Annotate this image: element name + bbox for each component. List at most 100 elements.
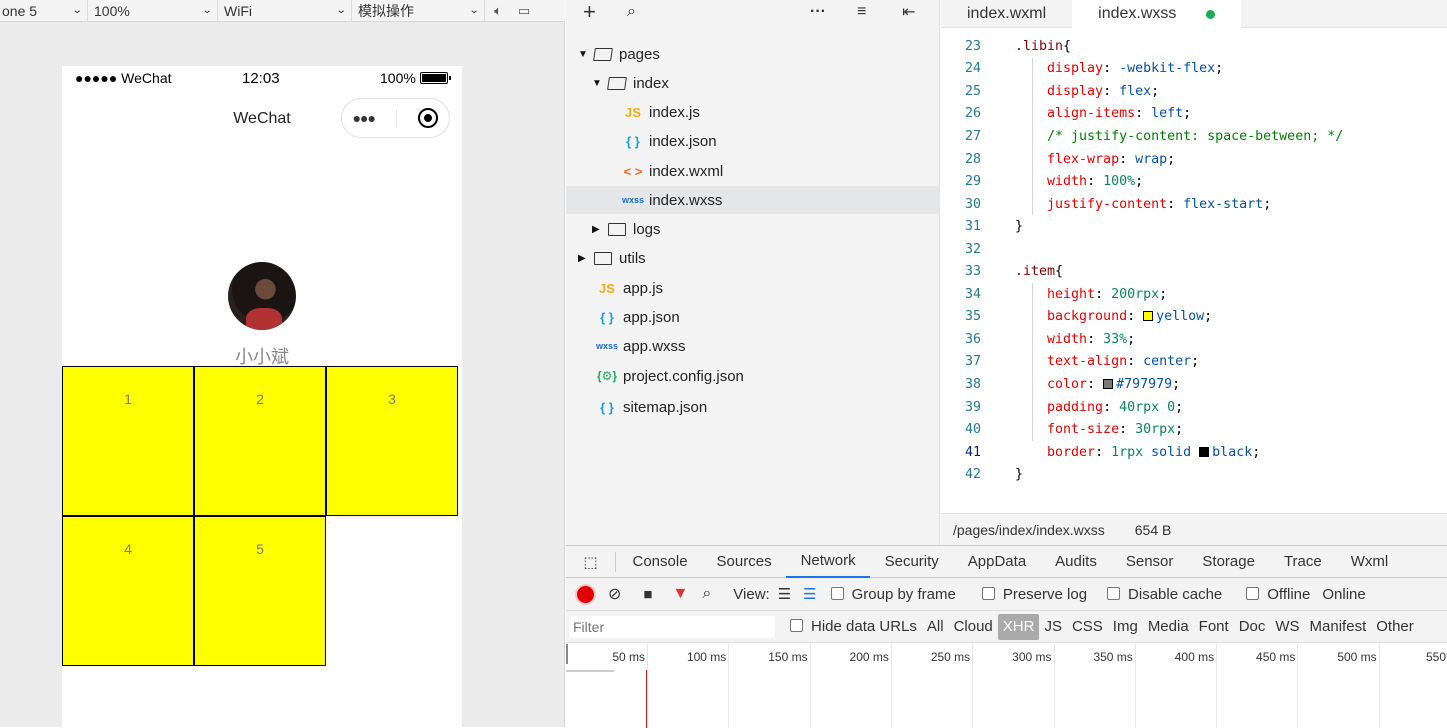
more-icon[interactable]: ●●● — [353, 110, 376, 126]
grid-item[interactable]: 2 — [194, 366, 326, 516]
tab-index-wxss[interactable]: index.wxss — [1072, 0, 1242, 28]
color-swatch-icon[interactable] — [1103, 379, 1114, 389]
filter-input[interactable] — [569, 615, 775, 638]
tab-sources[interactable]: Sources — [702, 546, 786, 578]
network-select[interactable]: WiFi ⌄ — [218, 0, 352, 22]
search-icon[interactable]: ⌕ — [627, 0, 636, 24]
tab-console[interactable]: Console — [618, 546, 702, 578]
tree-item-project-config-json[interactable]: {⚙} project.config.json — [566, 362, 940, 390]
tab-audits[interactable]: Audits — [1041, 546, 1112, 578]
grid-item[interactable]: 1 — [62, 366, 194, 516]
simulator-panel: one 5 ⌄ 100% ⌄ WiFi ⌄ 模拟操作 ⌄ 🔈︎ ▭ ●●●●● WeCh… — [0, 0, 565, 727]
timeline-tick: 50 ms — [612, 644, 648, 728]
filter-media[interactable]: Media — [1143, 614, 1194, 640]
filter-js[interactable]: JS — [1039, 614, 1067, 640]
more-icon[interactable]: ··· — [810, 0, 826, 24]
filter-manifest[interactable]: Manifest — [1305, 614, 1372, 640]
tree-item-index-wxml[interactable]: < > index.wxml — [566, 157, 940, 185]
tree-item-pages[interactable]: ▼ pages — [566, 40, 940, 68]
avatar[interactable] — [228, 262, 296, 330]
tick-label: 500 ms — [1337, 650, 1377, 664]
filter-font[interactable]: Font — [1194, 614, 1234, 640]
record-icon[interactable] — [577, 585, 594, 603]
tree-item-index-json[interactable]: { } index.json — [566, 127, 940, 155]
preserve-log-checkbox[interactable]: Preserve log — [981, 586, 1087, 603]
tree-item-label: index.wxml — [649, 162, 724, 180]
offline-checkbox[interactable]: Offline — [1246, 586, 1310, 603]
battery-icon — [419, 72, 451, 84]
tab-index-wxml[interactable]: index.wxml — [941, 0, 1072, 28]
battery-indicator: 100% — [380, 70, 451, 86]
split-icon[interactable]: ⇤ — [902, 0, 915, 24]
window-icon[interactable]: ▭ — [511, 0, 537, 22]
filter-all[interactable]: All — [922, 614, 949, 640]
tree-item-index-wxss[interactable]: wxss index.wxss — [566, 186, 940, 214]
search-icon[interactable]: ⌕ — [702, 585, 711, 603]
tab-trace[interactable]: Trace — [1269, 546, 1336, 578]
tree-item-sitemap-json[interactable]: { } sitemap.json — [566, 393, 940, 421]
filter-icon[interactable]: ▼ — [672, 585, 688, 603]
line-number: 32 — [964, 241, 981, 257]
line-number: 30 — [964, 196, 981, 212]
tab-appdata[interactable]: AppData — [953, 546, 1040, 578]
code-line: 38 color: #797979; — [941, 373, 1447, 396]
filter-doc[interactable]: Doc — [1234, 614, 1271, 640]
waterfall-view-icon[interactable]: ☰ — [803, 585, 816, 603]
line-number: 27 — [964, 128, 981, 144]
grid-item[interactable]: 3 — [326, 366, 458, 516]
filter-xhr[interactable]: XHR — [997, 613, 1040, 640]
tree-item-app-json[interactable]: { } app.json — [566, 303, 940, 331]
tree-item-utils[interactable]: ▶ utils — [566, 244, 940, 272]
code-text: justify-content: flex-start; — [1015, 196, 1272, 212]
tree-item-label: index — [633, 74, 669, 92]
zoom-select[interactable]: 100% ⌄ — [88, 0, 218, 22]
filter-ws[interactable]: WS — [1270, 614, 1304, 640]
tree-item-app-wxss[interactable]: wxss app.wxss — [566, 332, 940, 360]
tab-security[interactable]: Security — [870, 546, 953, 578]
color-swatch-icon[interactable] — [1199, 446, 1210, 457]
json-file-icon: { } — [626, 133, 640, 149]
add-icon[interactable]: + — [583, 0, 596, 24]
filter-cloud[interactable]: Cloud — [949, 614, 998, 640]
grid-item[interactable]: 5 — [194, 516, 326, 666]
inspect-icon[interactable]: ⬚ — [566, 551, 616, 572]
camera-icon[interactable]: ■ — [643, 586, 652, 603]
caret-down-icon[interactable]: ▼ — [592, 78, 602, 89]
caret-right-icon[interactable]: ▶ — [578, 253, 588, 264]
tab-wxml[interactable]: Wxml — [1336, 546, 1403, 578]
clear-icon[interactable]: ⊘ — [608, 584, 621, 604]
tree-item-logs[interactable]: ▶ logs — [566, 215, 940, 243]
collapse-icon[interactable]: ≡ — [857, 0, 866, 24]
disable-cache-checkbox[interactable]: Disable cache — [1107, 586, 1222, 603]
caret-right-icon[interactable]: ▶ — [592, 224, 602, 235]
line-number: 39 — [964, 399, 981, 415]
tick-label: 550 m — [1426, 650, 1447, 664]
file-path: /pages/index/index.wxss — [953, 521, 1105, 538]
group-by-frame-checkbox[interactable]: Group by frame — [830, 586, 956, 603]
list-view-icon[interactable]: ☰ — [778, 585, 791, 603]
caret-down-icon[interactable]: ▼ — [578, 49, 588, 60]
throttle-select[interactable]: Online — [1322, 586, 1365, 603]
js-file-icon: JS — [599, 280, 615, 296]
color-swatch-icon[interactable] — [1143, 311, 1154, 322]
grid-item[interactable]: 4 — [62, 516, 194, 666]
code-editor: index.wxml index.wxss 23 .libin{24 displa… — [941, 0, 1447, 545]
capsule-menu[interactable]: ●●● — [341, 98, 450, 138]
tree-item-app-js[interactable]: JS app.js — [566, 274, 940, 302]
tab-network[interactable]: Network — [786, 546, 871, 578]
tab-storage[interactable]: Storage — [1188, 546, 1270, 578]
filter-css[interactable]: CSS — [1067, 614, 1108, 640]
tree-item-index-js[interactable]: JS index.js — [566, 98, 940, 126]
operation-select[interactable]: 模拟操作 ⌄ — [352, 0, 485, 22]
volume-icon[interactable]: 🔈︎ — [485, 0, 511, 22]
close-miniprogram-icon[interactable] — [418, 108, 439, 128]
filter-other[interactable]: Other — [1371, 614, 1419, 640]
code-area[interactable]: 23 .libin{24 display: -webkit-flex; 25 dis… — [941, 28, 1447, 513]
phone-screen: ●●●●● WeChat 12:03 100% WeChat ●●● 小小斌 1… — [62, 66, 462, 727]
tree-item-index[interactable]: ▼ index — [566, 69, 940, 97]
tab-sensor[interactable]: Sensor — [1111, 546, 1188, 578]
device-select[interactable]: one 5 ⌄ — [0, 0, 88, 22]
hide-data-urls-checkbox[interactable]: Hide data URLs — [790, 618, 917, 635]
wxss-file-icon: wxss — [622, 195, 645, 205]
filter-img[interactable]: Img — [1108, 614, 1143, 640]
